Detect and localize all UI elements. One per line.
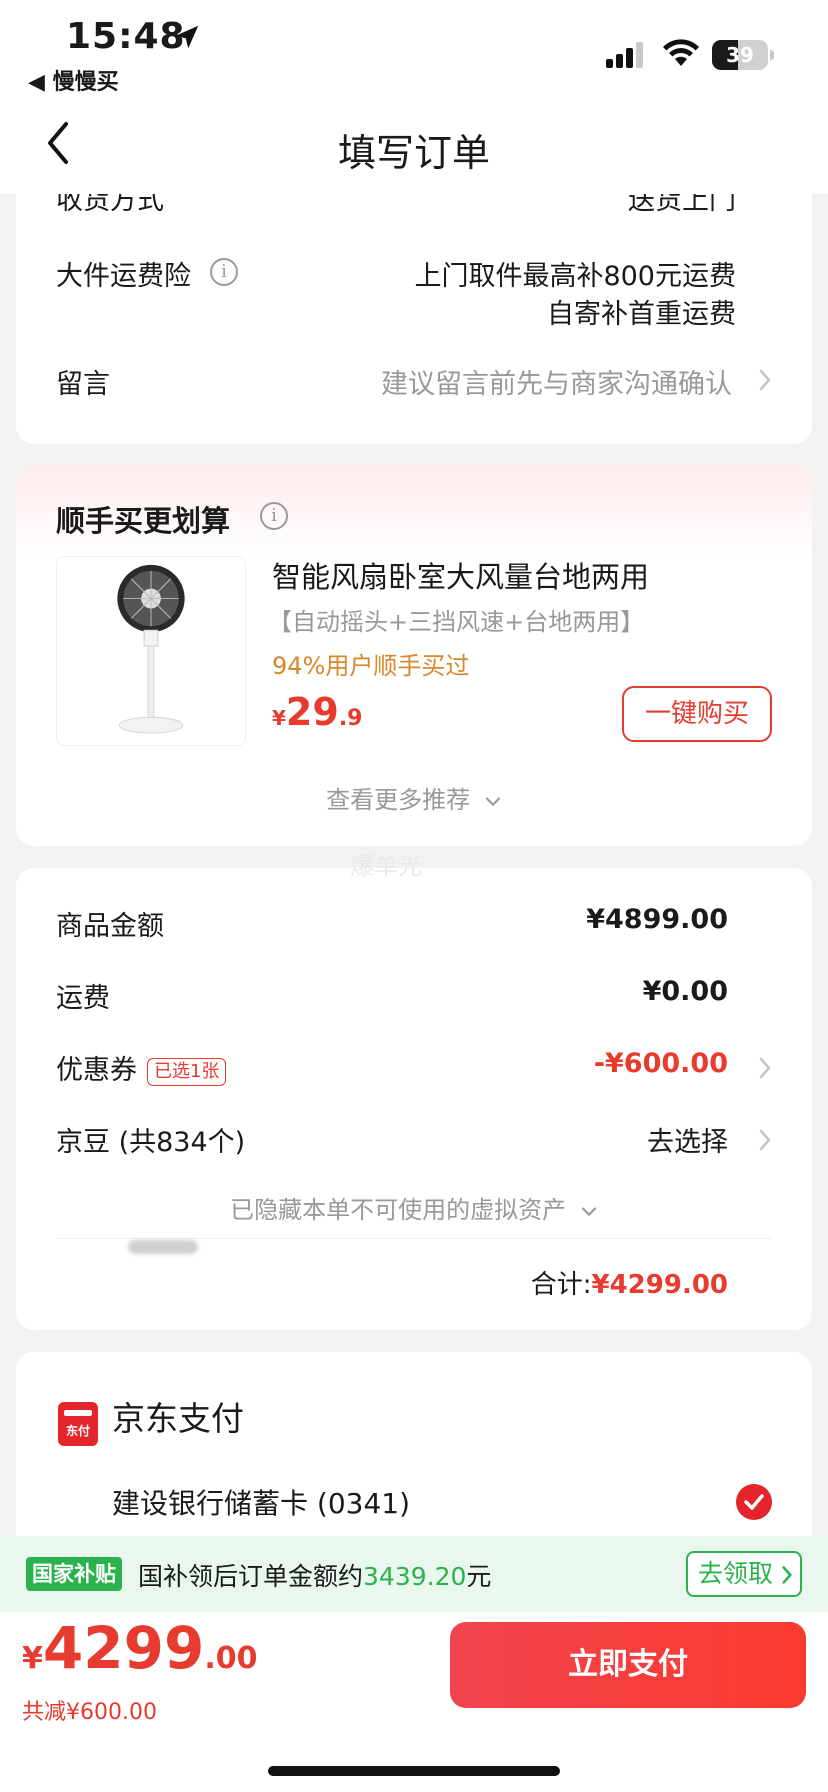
final-price-integer: 4299 xyxy=(42,1614,205,1682)
national-subsidy-bar: 国家补贴 国补领后订单金额约3439.20元 去领取 xyxy=(0,1536,828,1612)
cellular-signal-icon xyxy=(606,42,643,68)
location-arrow-icon xyxy=(175,25,199,49)
fan-image xyxy=(117,564,185,734)
payment-card: 东付 京东支付 建设银行储蓄卡 (0341) xyxy=(16,1352,812,1552)
back-to-app-link[interactable]: ◀ 慢慢买 xyxy=(28,64,119,96)
coupon-label: 优惠券 xyxy=(56,1055,137,1086)
final-price: ¥4299.00 xyxy=(22,1614,257,1682)
product-name[interactable]: 智能风扇卧室大风量台地两用 xyxy=(272,554,649,596)
final-price-symbol: ¥ xyxy=(22,1641,43,1676)
claim-subsidy-button[interactable]: 去领取 xyxy=(686,1551,802,1597)
shipping-insurance-label: 大件运费险 xyxy=(56,261,191,292)
goods-amount-label: 商品金额 xyxy=(56,911,164,942)
bank-card-option[interactable]: 建设银行储蓄卡 (0341) xyxy=(16,1462,812,1542)
message-row[interactable]: 留言 建议留言前先与商家沟通确认 xyxy=(16,352,812,412)
chevron-right-icon xyxy=(759,369,771,391)
hidden-assets-toggle[interactable]: 已隐藏本单不可使用的虚拟资产 xyxy=(16,1190,812,1225)
final-price-decimal: .00 xyxy=(204,1641,258,1676)
one-click-buy-button[interactable]: 一键购买 xyxy=(622,686,772,742)
battery-icon: 39 xyxy=(712,40,774,70)
coupon-row-label: 优惠券 已选1张 xyxy=(56,1048,227,1087)
claim-label: 去领取 xyxy=(698,1559,774,1588)
product-price: ¥29.9 xyxy=(272,690,362,734)
home-indicator xyxy=(268,1766,560,1776)
jd-beans-value: 去选择 xyxy=(647,1127,728,1158)
jd-beans-row[interactable]: 京豆 (共834个) 去选择 xyxy=(16,1108,812,1172)
goods-amount-value: ¥4899.00 xyxy=(586,904,728,935)
shipping-fee-value: ¥0.00 xyxy=(642,976,728,1007)
redacted-smudge xyxy=(128,1240,198,1254)
jd-beans-label: 京豆 (共834个) xyxy=(56,1127,246,1158)
shipping-insurance-line1: 上门取件最高补800元运费 xyxy=(414,261,736,292)
order-total: 合计:¥4299.00 xyxy=(531,1264,728,1301)
subsidy-text: 国补领后订单金额约3439.20元 xyxy=(138,1557,491,1593)
social-proof: 94%用户顺手买过 xyxy=(272,652,470,680)
chevron-right-icon xyxy=(782,1566,792,1584)
see-more-recommend[interactable]: 查看更多推荐 xyxy=(16,780,812,815)
subsidy-badge: 国家补贴 xyxy=(26,1557,122,1591)
see-more-label: 查看更多推荐 xyxy=(326,786,471,814)
recommend-card: 顺手买更划算 i 智能风扇卧室大风量台地两用 【自动摇头+三挡风速+台地两用】 … xyxy=(16,466,812,846)
chevron-down-icon xyxy=(485,797,500,807)
coupon-row[interactable]: 优惠券 已选1张 -¥600.00 xyxy=(16,1036,812,1100)
total-value: ¥4299.00 xyxy=(591,1270,728,1300)
status-bar: 15:48 ◀ 慢慢买 39 xyxy=(0,0,828,96)
hidden-assets-label: 已隐藏本单不可使用的虚拟资产 xyxy=(230,1196,567,1224)
chevron-down-icon xyxy=(581,1207,596,1217)
info-icon[interactable]: i xyxy=(210,258,238,286)
message-label: 留言 xyxy=(56,369,110,400)
product-image[interactable] xyxy=(56,556,246,746)
battery-level: 39 xyxy=(726,43,754,67)
price-symbol: ¥ xyxy=(272,706,286,730)
price-integer: 29 xyxy=(285,690,339,734)
order-summary-card: 商品金额 ¥4899.00 运费 ¥0.00 优惠券 已选1张 -¥600.00 … xyxy=(16,868,812,1330)
info-icon[interactable]: i xyxy=(260,502,288,530)
shipping-insurance-line2: 自寄补首重运费 xyxy=(547,299,736,330)
subsidy-suffix: 元 xyxy=(466,1562,492,1591)
recommend-title: 顺手买更划算 xyxy=(56,504,231,538)
status-time: 15:48 xyxy=(66,16,186,57)
message-placeholder: 建议留言前先与商家沟通确认 xyxy=(381,369,732,400)
pay-now-button[interactable]: 立即支付 xyxy=(450,1622,806,1708)
wifi-icon xyxy=(663,39,699,66)
subsidy-amount: 3439.20 xyxy=(363,1562,467,1591)
total-label: 合计: xyxy=(530,1270,592,1300)
subsidy-prefix: 国补领后订单金额约 xyxy=(138,1562,364,1591)
chevron-right-icon xyxy=(759,1057,771,1079)
price-decimal: .9 xyxy=(338,706,363,731)
selected-check-icon xyxy=(736,1484,772,1520)
checkout-bar: ¥4299.00 共减¥600.00 立即支付 xyxy=(0,1612,828,1792)
jd-pay-icon: 东付 xyxy=(58,1402,98,1446)
total-discount: 共减¥600.00 xyxy=(22,1700,157,1725)
delivery-card-cut xyxy=(16,180,812,194)
bank-card-label: 建设银行储蓄卡 (0341) xyxy=(112,1487,411,1520)
shipping-fee-label: 运费 xyxy=(56,983,110,1014)
coupon-value: -¥600.00 xyxy=(593,1048,728,1079)
page-title: 填写订单 xyxy=(337,131,490,175)
payment-method-name: 京东支付 xyxy=(112,1399,244,1438)
chevron-right-icon xyxy=(759,1129,771,1151)
divider xyxy=(56,1238,772,1239)
product-tags: 【自动摇头+三挡风速+台地两用】 xyxy=(268,608,645,636)
coupon-selected-badge: 已选1张 xyxy=(147,1057,227,1086)
watermark: 爆单光 xyxy=(350,852,422,880)
